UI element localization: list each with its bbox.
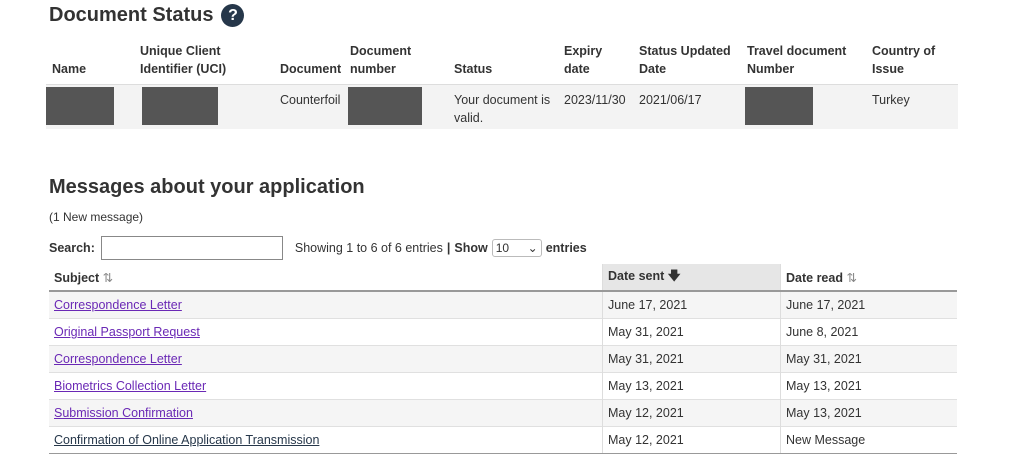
search-input[interactable]	[100, 236, 283, 260]
name-cell	[46, 85, 134, 129]
document-status-heading: Document Status	[49, 4, 214, 26]
status-cell: Your document is valid.	[454, 93, 551, 125]
updated-cell: 2021/06/17	[639, 93, 702, 107]
subject-cell: Correspondence Letter	[49, 290, 603, 319]
date-sent-cell: May 12, 2021	[602, 426, 781, 454]
date-sent-cell: June 17, 2021	[602, 290, 781, 319]
document-number-cell	[344, 85, 448, 129]
travel-doc-cell	[741, 85, 866, 129]
date-read-cell: May 13, 2021	[780, 399, 957, 427]
col-uci: Unique Client Identifier (UCI)	[140, 44, 227, 76]
table-row: Biometrics Collection Letter May 13, 202…	[49, 372, 957, 400]
col-document: Document	[280, 62, 342, 76]
col-country: Country of Issue	[872, 44, 936, 76]
document-cell: Counterfoil	[280, 93, 341, 107]
col-status: Status	[454, 62, 493, 76]
date-sent-cell: May 31, 2021	[602, 345, 781, 373]
messages-header-row: Subject ⇅ Date sent 🡇 Date read ⇅	[49, 264, 957, 292]
entries-select[interactable]: 10 ⌄	[491, 239, 542, 257]
col-name: Name	[52, 62, 87, 76]
subject-cell: Submission Confirmation	[49, 399, 603, 427]
show-label: Show	[454, 241, 488, 255]
sort-icon: ⇅	[846, 270, 857, 285]
entries-info: Showing 1 to 6 of 6 entries	[294, 241, 443, 255]
table-row: Original Passport Request May 31, 2021 J…	[49, 318, 957, 346]
date-sent-cell: May 12, 2021	[602, 399, 781, 427]
table-row: Submission Confirmation May 12, 2021 May…	[49, 399, 957, 427]
redacted-block	[142, 87, 218, 125]
message-link[interactable]: Confirmation of Online Application Trans…	[54, 433, 319, 447]
messages-table: Subject ⇅ Date sent 🡇 Date read ⇅ Corres…	[49, 264, 957, 454]
date-sent-cell: May 31, 2021	[602, 318, 781, 346]
subject-header[interactable]: Subject ⇅	[49, 264, 603, 292]
date-read-cell: New Message	[780, 426, 957, 454]
col-travel-doc: Travel document Number	[747, 44, 847, 76]
date-read-cell: May 13, 2021	[780, 372, 957, 400]
table-row: Confirmation of Online Application Trans…	[49, 426, 957, 454]
new-message-count: (1 New message)	[49, 210, 144, 224]
help-icon[interactable]: ?	[221, 4, 245, 27]
col-document-number: Document number	[350, 44, 412, 76]
table-row: Correspondence Letter May 31, 2021 May 3…	[49, 345, 957, 373]
uci-cell	[134, 85, 274, 129]
message-link[interactable]: Biometrics Collection Letter	[54, 379, 206, 393]
document-status-row: Counterfoil Your document is valid. 2023…	[46, 85, 958, 129]
document-status-title: Document Status ?	[49, 4, 245, 27]
messages-title: Messages about your application	[49, 176, 365, 198]
date-sent-cell: May 13, 2021	[602, 372, 781, 400]
redacted-block	[46, 87, 114, 125]
entries-select-value: 10	[495, 241, 510, 255]
country-cell: Turkey	[872, 93, 910, 107]
subject-cell: Original Passport Request	[49, 318, 603, 346]
subject-cell: Correspondence Letter	[49, 345, 603, 373]
table-controls: Search: Showing 1 to 6 of 6 entries | Sh…	[49, 236, 587, 260]
chevron-down-icon: ⌄	[527, 241, 538, 255]
col-expiry: Expiry date	[564, 44, 603, 76]
sort-icon: ⇅	[102, 270, 114, 285]
subject-cell: Confirmation of Online Application Trans…	[49, 426, 603, 454]
redacted-block	[745, 87, 813, 125]
date-read-cell: June 17, 2021	[780, 290, 957, 319]
sort-desc-icon: 🡇	[667, 268, 681, 283]
date-sent-header[interactable]: Date sent 🡇	[602, 264, 781, 292]
date-read-cell: May 31, 2021	[780, 345, 957, 373]
entries-label: entries	[545, 241, 587, 255]
document-status-table: Name Unique Client Identifier (UCI) Docu…	[46, 40, 958, 129]
message-link[interactable]: Original Passport Request	[54, 325, 200, 339]
subject-cell: Biometrics Collection Letter	[49, 372, 603, 400]
document-status-header: Name Unique Client Identifier (UCI) Docu…	[46, 40, 958, 85]
expiry-cell: 2023/11/30	[564, 93, 626, 107]
redacted-block	[348, 87, 422, 125]
col-status-updated: Status Updated Date	[639, 44, 731, 76]
date-read-header[interactable]: Date read ⇅	[780, 264, 957, 292]
search-label: Search:	[49, 241, 95, 255]
message-link[interactable]: Correspondence Letter	[54, 352, 182, 366]
message-link[interactable]: Correspondence Letter	[54, 298, 182, 312]
table-row: Correspondence Letter June 17, 2021 June…	[49, 290, 957, 319]
date-read-cell: June 8, 2021	[780, 318, 957, 346]
message-link[interactable]: Submission Confirmation	[54, 406, 193, 420]
